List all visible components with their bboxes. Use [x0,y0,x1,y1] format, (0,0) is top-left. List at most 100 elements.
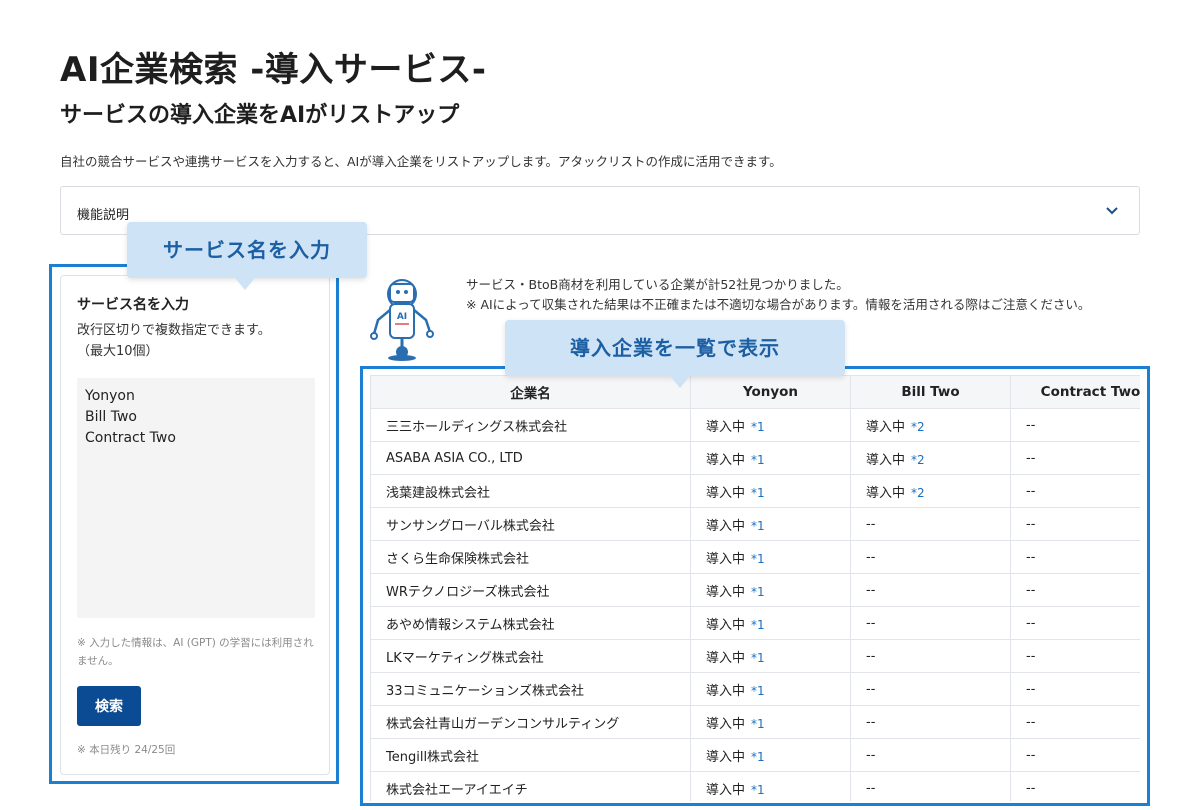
table-row: さくら生命保険株式会社 導入中 *1 -- -- [370,540,1140,574]
cell-text: ASABA ASIA CO., LTD [386,450,523,466]
cell-text: -- [1026,516,1036,532]
table-row: WRテクノロジーズ株式会社 導入中 *1 -- -- [370,573,1140,607]
company-name-cell: LKマーケティング株式会社 [370,639,691,673]
results-table-container[interactable]: 企業名 Yonyon Bill Two Contract Two 三三ホールディ… [370,375,1140,801]
service-1-status-cell: 導入中 *1 [690,738,851,772]
service-2-status-cell: -- [850,705,1011,739]
table-row: サンサングローバル株式会社 導入中 *1 -- -- [370,507,1140,541]
footnote-link[interactable]: *1 [751,519,765,533]
cell-text: 導入中 [706,584,746,600]
table-row: 株式会社エーアイエイチ 導入中 *1 -- -- [370,771,1140,801]
cell-text: 導入中 [706,485,746,501]
service-2-status-cell: -- [850,639,1011,673]
service-3-status-cell: -- [1010,540,1140,574]
service-2-status-cell: -- [850,540,1011,574]
help-line-2: （最大10個） [77,344,159,359]
result-disclaimer: ※ AIによって収集された結果は不正確または不適切な場合があります。情報を活用さ… [466,297,1091,312]
cell-text: 導入中 [706,518,746,534]
column-header-company: 企業名 [370,375,691,409]
page-description: 自社の競合サービスや連携サービスを入力すると、AIが導入企業をリストアップします… [60,154,782,169]
footnote-link[interactable]: *2 [911,420,925,434]
footnote-link[interactable]: *1 [751,486,765,500]
service-3-status-cell: -- [1010,672,1140,706]
cell-text: -- [866,780,876,796]
table-row: 三三ホールディングス株式会社 導入中 *1 導入中 *2 -- [370,408,1140,442]
cell-text: 導入中 [866,452,906,468]
cell-text: -- [1026,780,1036,796]
cell-text: -- [866,747,876,763]
service-1-status-cell: 導入中 *1 [690,408,851,442]
cell-text: 導入中 [866,419,906,435]
table-header-row: 企業名 Yonyon Bill Two Contract Two [370,375,1140,409]
cell-text: Tengill株式会社 [386,749,480,765]
footnote-link[interactable]: *1 [751,453,765,467]
service-3-status-cell: -- [1010,408,1140,442]
cell-text: 導入中 [706,749,746,765]
service-3-status-cell: -- [1010,738,1140,772]
footnote-link[interactable]: *1 [751,717,765,731]
footnote-link[interactable]: *1 [751,618,765,632]
page-subtitle: サービスの導入企業をAIがリストアップ [60,103,460,128]
footnote-link[interactable]: *1 [751,420,765,434]
search-button[interactable]: 検索 [77,686,141,726]
cell-text: あやめ情報システム株式会社 [386,617,555,633]
cell-text: 株式会社エーアイエイチ [386,782,528,798]
company-name-cell: さくら生命保険株式会社 [370,540,691,574]
footnote-link[interactable]: *1 [751,684,765,698]
company-name-cell: ASABA ASIA CO., LTD [370,441,691,475]
service-3-status-cell: -- [1010,573,1140,607]
service-2-status-cell: 導入中 *2 [850,474,1011,508]
cell-text: -- [1026,450,1036,466]
service-3-status-cell: -- [1010,507,1140,541]
callout-list-text: 導入企業を一覧で表示 [570,336,780,360]
table-row: ASABA ASIA CO., LTD 導入中 *1 導入中 *2 -- [370,441,1140,475]
cell-text: -- [1026,417,1036,433]
panel-heading: サービス名を入力 [77,297,189,313]
footnote-link[interactable]: *1 [751,585,765,599]
cell-text: -- [1026,747,1036,763]
column-header-service-1: Yonyon [690,375,851,409]
footnote-link[interactable]: *2 [911,453,925,467]
service-2-status-cell: -- [850,507,1011,541]
cell-text: -- [866,648,876,664]
cell-text: 導入中 [706,551,746,567]
company-name-cell: 株式会社青山ガーデンコンサルティング [370,705,691,739]
panel-help-text: 改行区切りで複数指定できます。 （最大10個） [77,320,317,362]
footnote-link[interactable]: *2 [911,486,925,500]
cell-text: -- [1026,648,1036,664]
accordion-label: 機能説明 [77,208,130,223]
footnote-link[interactable]: *1 [751,750,765,764]
callout-list: 導入企業を一覧で表示 [505,320,845,388]
cell-text: 33コミュニケーションズ株式会社 [386,683,585,699]
footnote-link[interactable]: *1 [751,651,765,665]
cell-text: -- [1026,582,1036,598]
table-row: LKマーケティング株式会社 導入中 *1 -- -- [370,639,1140,673]
cell-text: -- [1026,483,1036,499]
cell-text: -- [1026,615,1036,631]
service-1-status-cell: 導入中 *1 [690,441,851,475]
chevron-down-icon[interactable] [1103,201,1121,219]
company-name-cell: WRテクノロジーズ株式会社 [370,573,691,607]
cell-text: 導入中 [706,683,746,699]
service-2-status-cell: -- [850,738,1011,772]
service-1-status-cell: 導入中 *1 [690,540,851,574]
footnote-link[interactable]: *1 [751,783,765,797]
company-name-cell: 33コミュニケーションズ株式会社 [370,672,691,706]
remaining-count: ※ 本日残り 24/25回 [77,744,176,756]
help-line-1: 改行区切りで複数指定できます。 [77,323,271,338]
callout-tail [235,278,255,290]
service-1-status-cell: 導入中 *1 [690,606,851,640]
footnote-link[interactable]: *1 [751,552,765,566]
cell-text: 導入中 [706,782,746,798]
cell-text: サンサングローバル株式会社 [386,518,555,534]
company-name-cell: サンサングローバル株式会社 [370,507,691,541]
service-3-status-cell: -- [1010,474,1140,508]
service-3-status-cell: -- [1010,639,1140,673]
service-1-status-cell: 導入中 *1 [690,639,851,673]
cell-text: -- [866,615,876,631]
service-3-status-cell: -- [1010,606,1140,640]
result-summary: サービス・BtoB商材を利用している企業が計52社見つかりました。 ※ AIによ… [466,275,1146,315]
service-3-status-cell: -- [1010,771,1140,801]
service-names-textarea[interactable] [77,378,315,618]
cell-text: -- [1026,549,1036,565]
